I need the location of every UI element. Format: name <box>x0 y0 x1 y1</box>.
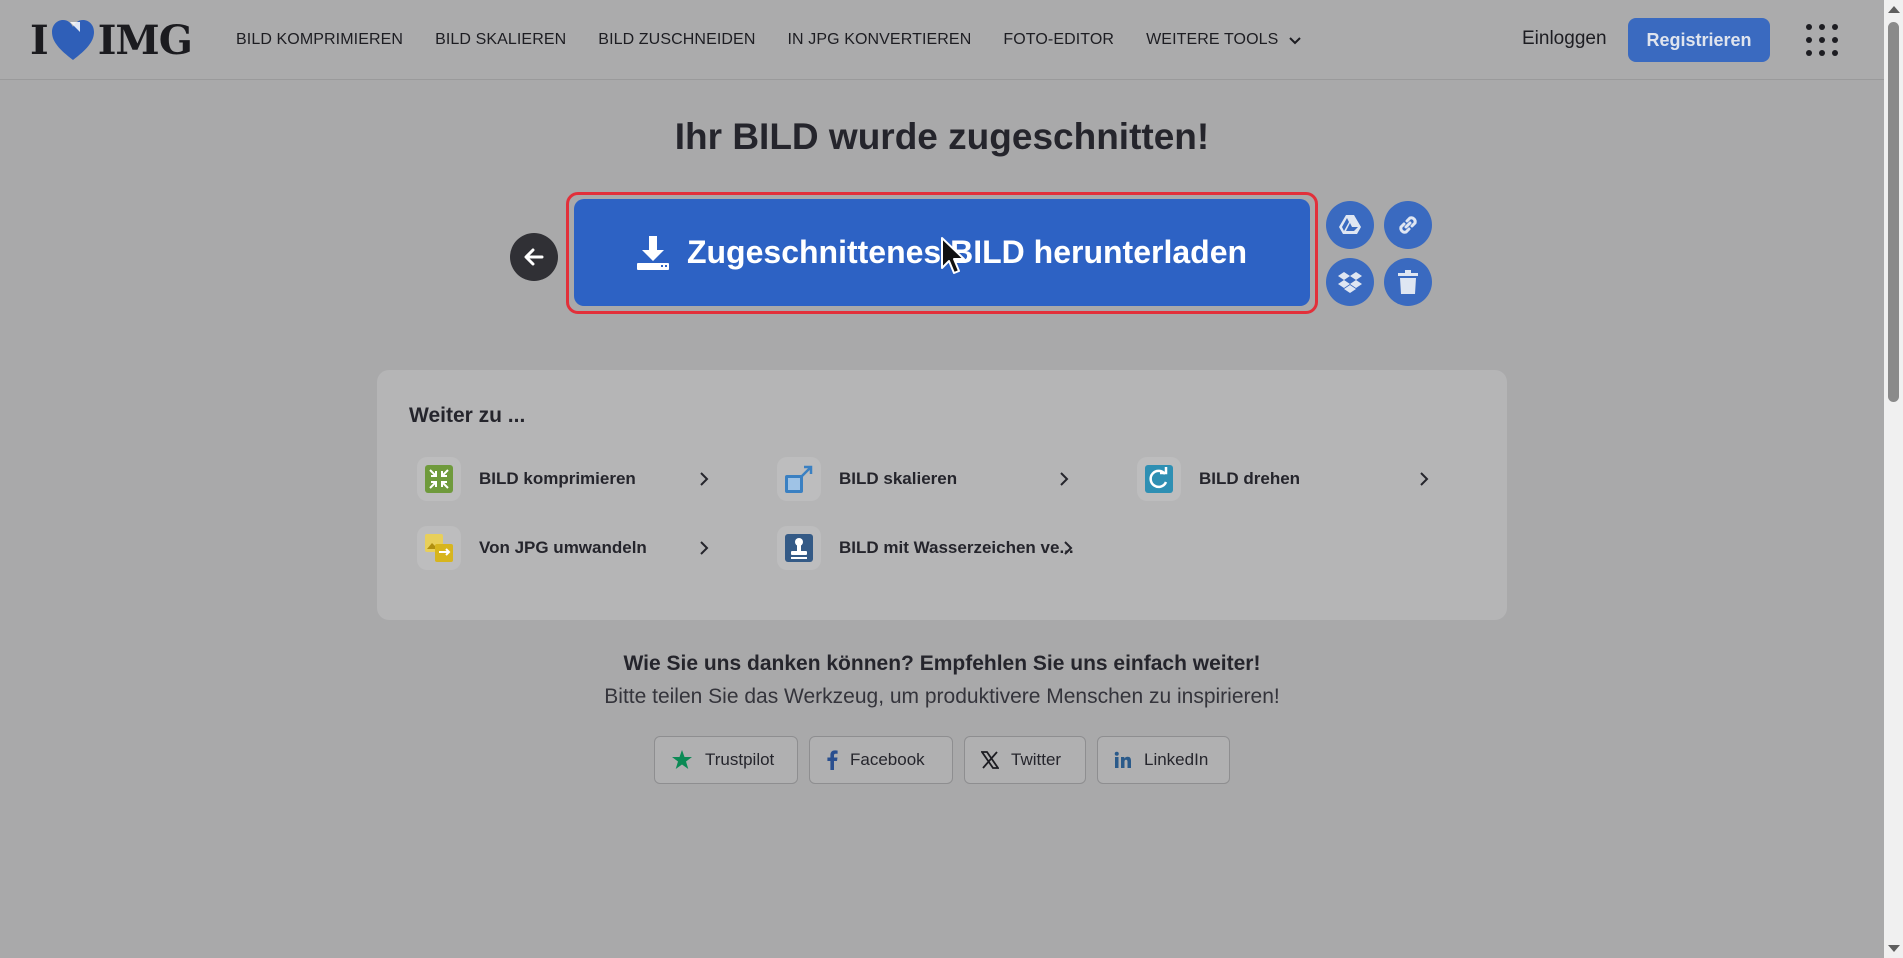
rotate-icon-wrap <box>1137 457 1181 501</box>
share-label: Twitter <box>1011 750 1062 769</box>
scroll-down-arrow-icon[interactable] <box>1888 945 1900 952</box>
link-icon <box>1399 216 1417 234</box>
watermark-icon-wrap <box>777 526 821 570</box>
heart-logo-icon <box>51 20 94 60</box>
tool-rotate[interactable]: BILD drehen <box>1137 454 1433 504</box>
nav-label: BILD ZUSCHNEIDEN <box>598 31 756 48</box>
trash-icon <box>1398 270 1418 294</box>
resize-icon <box>785 465 813 493</box>
nav-label: BILD KOMPRIMIEREN <box>236 31 404 48</box>
login-link[interactable]: Einloggen <box>1522 28 1607 50</box>
nav-more-tools[interactable]: WEITERE TOOLS <box>1146 31 1302 49</box>
nav-convert-to-jpg[interactable]: IN JPG KONVERTIEREN <box>787 31 971 49</box>
tool-label: BILD mit Wasserzeichen ve... <box>839 538 1074 557</box>
logo-suffix: IMG <box>97 16 193 64</box>
scroll-thumb[interactable] <box>1888 22 1899 402</box>
share-subline: Bitte teilen Sie das Werkzeug, um produk… <box>604 685 1280 708</box>
nav-crop[interactable]: BILD ZUSCHNEIDEN <box>598 31 755 49</box>
arrow-left-icon <box>524 248 544 266</box>
share-label: Facebook <box>850 750 925 769</box>
apps-grid-icon[interactable] <box>1804 22 1840 58</box>
back-button[interactable] <box>510 233 558 281</box>
facebook-icon <box>827 750 838 770</box>
dropbox-button[interactable] <box>1326 258 1374 306</box>
nav-label: FOTO-EDITOR <box>1003 31 1115 48</box>
convert-from-jpg-icon-wrap <box>417 526 461 570</box>
tool-label: BILD drehen <box>1199 469 1301 488</box>
compress-icon-wrap <box>417 457 461 501</box>
share-twitter-button[interactable]: Twitter <box>964 736 1086 784</box>
share-headline: Wie Sie uns danken können? Empfehlen Sie… <box>623 652 1261 675</box>
chevron-right-icon <box>1060 472 1069 486</box>
register-button[interactable]: Registrieren <box>1628 18 1770 62</box>
iloveimg-logo[interactable]: I IMG <box>30 16 193 64</box>
convert-from-jpg-icon <box>425 534 453 562</box>
main-nav: BILD KOMPRIMIEREN BILD SKALIEREN BILD ZU… <box>236 0 1334 80</box>
watermark-icon <box>785 534 813 562</box>
delete-button[interactable] <box>1384 258 1432 306</box>
google-drive-icon <box>1339 215 1361 234</box>
chevron-right-icon <box>700 472 709 486</box>
tool-compress[interactable]: BILD komprimieren <box>417 454 713 504</box>
share-label: LinkedIn <box>1144 750 1209 769</box>
google-drive-button[interactable] <box>1326 201 1374 249</box>
share-linkedin-button[interactable]: LinkedIn <box>1097 736 1230 784</box>
mouse-cursor-icon <box>941 237 965 274</box>
nav-label: BILD SKALIEREN <box>435 31 567 48</box>
resize-icon-wrap <box>777 457 821 501</box>
tool-watermark[interactable]: BILD mit Wasserzeichen ve... <box>777 523 1077 573</box>
compress-icon <box>425 465 453 493</box>
continue-title: Weiter zu ... <box>409 404 526 427</box>
top-header: I IMG BILD KOMPRIMIEREN BILD SKALIEREN B… <box>0 0 1884 80</box>
tool-label: BILD komprimieren <box>479 469 636 488</box>
trustpilot-star-icon <box>672 750 692 769</box>
nav-label: WEITERE TOOLS <box>1146 31 1279 48</box>
tool-resize[interactable]: BILD skalieren <box>777 454 1073 504</box>
page-title: Ihr BILD wurde zugeschnitten! <box>674 116 1210 157</box>
nav-compress[interactable]: BILD KOMPRIMIEREN <box>236 31 403 49</box>
tool-label: BILD skalieren <box>839 469 958 488</box>
tool-label: Von JPG umwandeln <box>479 538 647 557</box>
logo-prefix: I <box>30 16 49 64</box>
download-icon <box>636 235 669 270</box>
scroll-up-arrow-icon[interactable] <box>1888 6 1900 13</box>
share-facebook-button[interactable]: Facebook <box>809 736 953 784</box>
nav-photo-editor[interactable]: FOTO-EDITOR <box>1003 31 1114 49</box>
nav-resize[interactable]: BILD SKALIEREN <box>435 31 566 49</box>
rotate-icon <box>1145 465 1173 493</box>
continue-to-card: Weiter zu ... BILD komprimieren BILD ska… <box>377 370 1507 620</box>
page-scrollbar[interactable] <box>1884 0 1903 958</box>
x-twitter-icon <box>981 751 999 769</box>
share-label: Trustpilot <box>705 750 775 769</box>
tool-convert-from-jpg[interactable]: Von JPG umwandeln <box>417 523 713 573</box>
chevron-down-icon <box>1289 37 1302 45</box>
chevron-right-icon <box>1064 541 1073 555</box>
nav-label: IN JPG KONVERTIEREN <box>787 31 972 48</box>
download-label: Zugeschnittenes BILD herunterladen <box>686 234 1248 270</box>
chevron-right-icon <box>700 541 709 555</box>
copy-link-button[interactable] <box>1384 201 1432 249</box>
dropbox-icon <box>1338 272 1362 293</box>
linkedin-icon <box>1114 751 1131 768</box>
share-trustpilot-button[interactable]: Trustpilot <box>654 736 798 784</box>
chevron-right-icon <box>1420 472 1429 486</box>
